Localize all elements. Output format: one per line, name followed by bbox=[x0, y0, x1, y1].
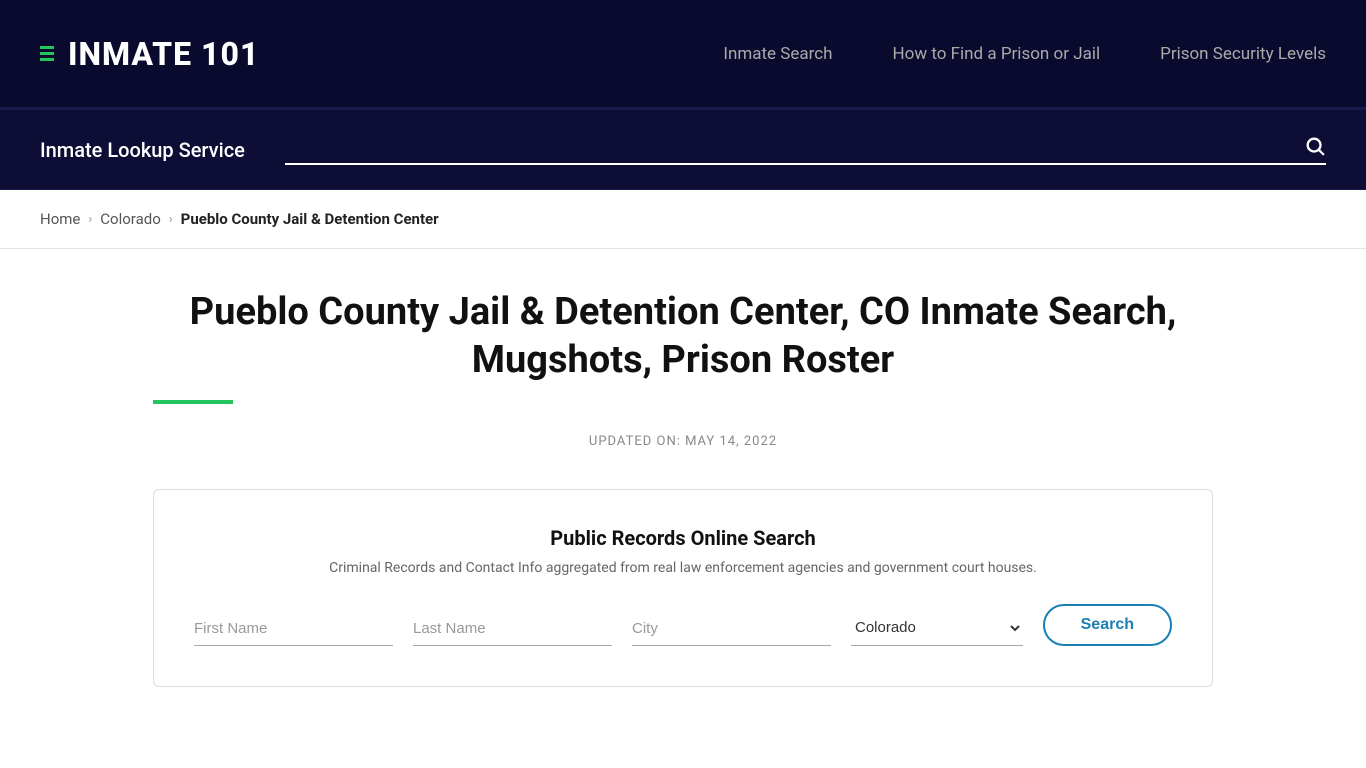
title-underline-wrapper bbox=[153, 400, 1213, 404]
breadcrumb-home[interactable]: Home bbox=[40, 210, 80, 228]
search-bar-label: Inmate Lookup Service bbox=[40, 138, 245, 162]
last-name-input[interactable] bbox=[413, 612, 612, 646]
top-navigation: INMATE 101 Inmate Search How to Find a P… bbox=[0, 0, 1366, 110]
city-field bbox=[632, 612, 831, 646]
logo-icon bbox=[40, 46, 54, 61]
search-input[interactable] bbox=[285, 137, 1304, 155]
breadcrumb-state[interactable]: Colorado bbox=[100, 210, 160, 228]
search-input-wrapper bbox=[285, 135, 1326, 165]
breadcrumb-current: Pueblo County Jail & Detention Center bbox=[181, 210, 439, 228]
search-icon-button[interactable] bbox=[1304, 135, 1326, 157]
card-title: Public Records Online Search bbox=[194, 526, 1172, 550]
main-content: Pueblo County Jail & Detention Center, C… bbox=[133, 249, 1233, 707]
logo-link[interactable]: INMATE 101 bbox=[40, 35, 259, 73]
nav-inmate-search[interactable]: Inmate Search bbox=[723, 44, 832, 64]
city-input[interactable] bbox=[632, 612, 831, 646]
search-icon bbox=[1304, 135, 1326, 157]
breadcrumb-separator-1: › bbox=[88, 212, 92, 227]
first-name-field bbox=[194, 612, 393, 646]
state-select-wrapper: Colorado Alabama Alaska Arizona Arkansas… bbox=[851, 610, 1023, 646]
updated-text: UPDATED ON: MAY 14, 2022 bbox=[153, 434, 1213, 449]
nav-prison-security[interactable]: Prison Security Levels bbox=[1160, 44, 1326, 64]
search-button[interactable]: Search bbox=[1043, 604, 1172, 646]
search-bar-section: Inmate Lookup Service bbox=[0, 110, 1366, 190]
page-title: Pueblo County Jail & Detention Center, C… bbox=[153, 289, 1213, 384]
last-name-field bbox=[413, 612, 612, 646]
breadcrumb: Home › Colorado › Pueblo County Jail & D… bbox=[0, 190, 1366, 249]
nav-how-to-find[interactable]: How to Find a Prison or Jail bbox=[893, 44, 1101, 64]
search-card: Public Records Online Search Criminal Re… bbox=[153, 489, 1213, 687]
breadcrumb-separator-2: › bbox=[169, 212, 173, 227]
first-name-input[interactable] bbox=[194, 612, 393, 646]
card-subtitle: Criminal Records and Contact Info aggreg… bbox=[194, 560, 1172, 576]
state-select[interactable]: Colorado Alabama Alaska Arizona Arkansas… bbox=[851, 610, 1023, 646]
logo-text: INMATE 101 bbox=[68, 35, 259, 73]
public-records-form: Colorado Alabama Alaska Arizona Arkansas… bbox=[194, 604, 1172, 646]
title-underline bbox=[153, 400, 233, 404]
nav-links: Inmate Search How to Find a Prison or Ja… bbox=[723, 44, 1326, 64]
